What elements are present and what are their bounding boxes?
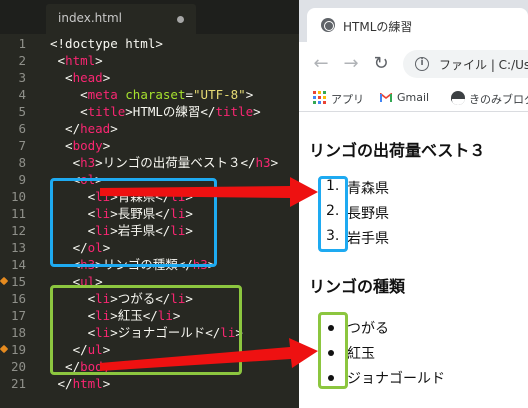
annotation-arrows	[100, 177, 318, 371]
arrow-ul-to-page	[100, 338, 318, 371]
arrow-ol-to-page	[100, 177, 318, 207]
